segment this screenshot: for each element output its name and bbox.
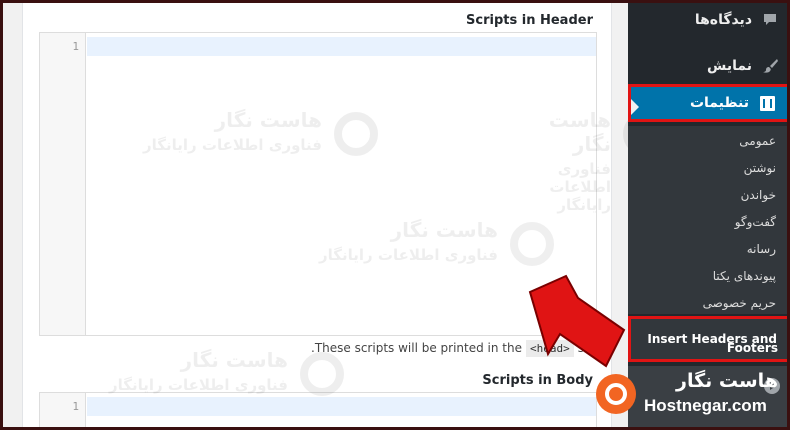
body-scripts-title: Scripts in Body <box>482 373 593 388</box>
comment-bubble-icon <box>760 10 780 30</box>
active-menu-pointer <box>631 99 639 115</box>
line-number: 1 <box>72 400 79 413</box>
submenu-item-general[interactable]: عمومی <box>628 128 790 154</box>
paintbrush-icon <box>760 56 780 76</box>
settings-submenu: عمومی نوشتن خواندن گفت‌وگو رسانه پیوندها… <box>628 126 790 314</box>
brand-badge: هاست نگار Hostnegar.com <box>596 366 786 422</box>
line-number-gutter: 1 <box>40 33 86 335</box>
submenu-item-privacy[interactable]: حریم خصوصی <box>628 290 790 316</box>
line-number-gutter: 1 <box>40 393 86 430</box>
hostnegar-logo-icon <box>596 374 636 414</box>
menu-item-label: دیدگاه‌ها <box>694 12 752 28</box>
submenu-item-insert-headers-footers[interactable]: Insert Headers and <box>628 316 790 362</box>
submenu-item-discussion[interactable]: گفت‌وگو <box>628 209 790 235</box>
header-scripts-title: Scripts in Header <box>466 13 593 28</box>
menu-item-comments[interactable]: دیدگاه‌ها <box>628 2 790 38</box>
line-number: 1 <box>72 40 79 53</box>
insert-headers-label-line2: Footers <box>726 341 778 355</box>
settings-sliders-icon <box>757 93 777 113</box>
menu-item-appearance[interactable]: نمایش <box>628 48 790 84</box>
submenu-item-reading[interactable]: خواندن <box>628 182 790 208</box>
brand-domain: Hostnegar.com <box>644 396 767 415</box>
brand-name: هاست نگار <box>676 370 778 392</box>
submenu-item-permalinks[interactable]: پیوندهای یکتا <box>628 263 790 289</box>
watermark: هاست نگار فناوری اطلاعات رایانگار <box>109 348 345 396</box>
help-text-before: .These scripts will be printed in the <box>311 341 522 355</box>
header-scripts-editor[interactable]: 1 <box>39 32 597 336</box>
submenu-item-writing[interactable]: نوشتن <box>628 155 790 181</box>
menu-item-label: تنظیمات <box>689 95 749 111</box>
submenu-item-media[interactable]: رسانه <box>628 236 790 262</box>
menu-item-settings[interactable]: تنظیمات <box>628 84 790 122</box>
active-line-highlight <box>87 397 596 416</box>
active-line-highlight <box>87 37 596 56</box>
body-scripts-editor[interactable]: 1 <box>39 392 597 430</box>
menu-item-label: نمایش <box>707 58 752 74</box>
pointer-arrow-icon <box>528 274 626 368</box>
